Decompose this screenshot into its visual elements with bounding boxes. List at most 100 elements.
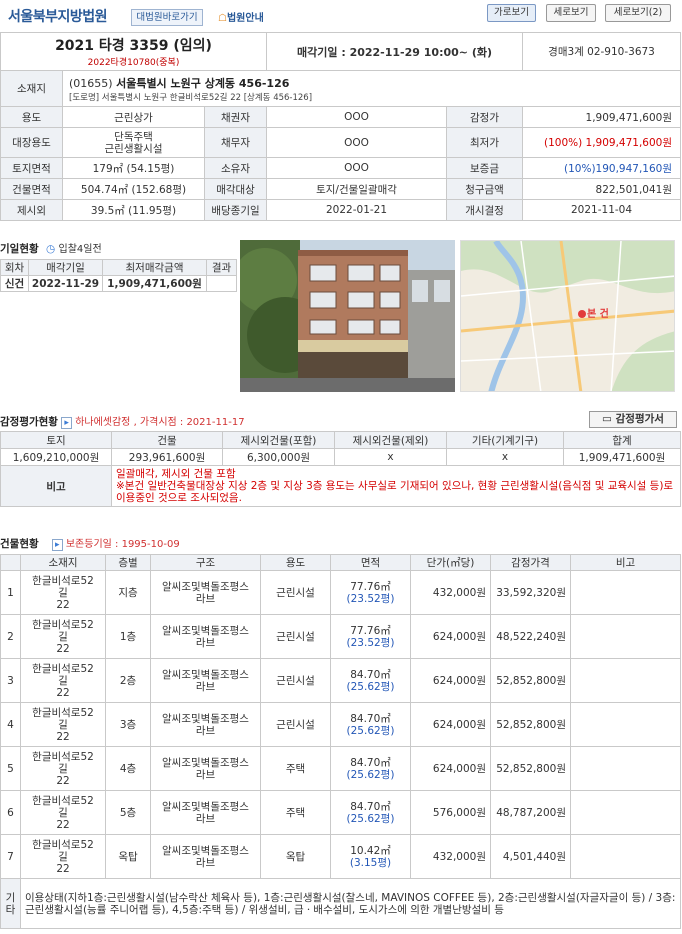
sale-date: 매각기일 : 2022-11-29 10:00~ (화) xyxy=(266,32,524,71)
start-decision-label: 개시결정 xyxy=(446,199,524,221)
creditor-value: OOO xyxy=(266,106,448,128)
row-floor: 1층 xyxy=(105,614,151,659)
property-photo[interactable] xyxy=(240,240,455,392)
buildings-col-location: 소재지 xyxy=(20,554,106,571)
row-use: 주택 xyxy=(260,746,331,791)
row-value: 4,501,440원 xyxy=(490,834,571,879)
appraisal-report-button[interactable]: ▭ 감정평가서 xyxy=(589,411,677,428)
row-area: 84.70㎡ (25.62평) xyxy=(330,702,411,747)
row-area-pyeong: (25.62평) xyxy=(346,724,395,737)
dividend-deadline-label: 배당종기일 xyxy=(203,199,268,221)
appraisal-land-value: 1,609,210,000원 xyxy=(0,448,112,466)
buildings-col-remarks: 비고 xyxy=(570,554,681,571)
address-road: [도로명] 서울특별시 노원구 한글비석로52길 22 [상계동 456-126… xyxy=(69,92,313,103)
row-location: 한글비석로52 길 22 xyxy=(20,746,106,791)
horizontal-view-button[interactable]: 가로보기 xyxy=(487,4,536,22)
schedule-result xyxy=(206,275,237,292)
buildings-table: 소재지 층별 구조 용도 면적 단가(㎡당) 감정가격 비고 1 한글비석로52… xyxy=(0,554,681,929)
row-remarks xyxy=(570,702,681,747)
main-use-value: 단독주택 근린생활시설 xyxy=(62,127,205,158)
arrow-icon: ▸ xyxy=(61,417,72,429)
row-use: 옥탑 xyxy=(260,834,331,879)
row-floor: 2층 xyxy=(105,658,151,703)
buildings-registration-date: 보존등기일 : 1995-10-09 xyxy=(65,539,180,550)
vertical-view-2-button[interactable]: 세로보기(2) xyxy=(605,4,671,22)
row-area-pyeong: (25.62평) xyxy=(346,768,395,781)
building-area-label: 건물면적 xyxy=(0,178,63,200)
schedule-round: 신건 xyxy=(0,275,29,292)
row-number: 1 xyxy=(0,570,21,615)
debtor-label: 채무자 xyxy=(203,127,268,158)
buildings-col-structure: 구조 xyxy=(150,554,261,571)
row-location: 한글비석로52 길 22 xyxy=(20,834,106,879)
appraisal-table: 토지 건물 제시외건물(포함) 제시외건물(제외) 기타(기계기구) 합계 1,… xyxy=(0,431,681,507)
row-unit-price: 432,000원 xyxy=(410,834,491,879)
building-area-value: 504.74㎡ (152.68평) xyxy=(62,178,205,200)
deposit-value: (10%)190,947,160원 xyxy=(522,157,682,179)
buildings-etc-label: 기타 xyxy=(0,878,21,929)
case-number: 2021 타경 3359 (임의) xyxy=(55,38,212,54)
minimum-price-label: 최저가 xyxy=(446,127,524,158)
claim-amount-value: 822,501,041원 xyxy=(522,178,682,200)
schedule-col-round: 회차 xyxy=(0,259,29,276)
row-value: 33,592,320원 xyxy=(490,570,571,615)
schedule-table: 회차 매각기일 최저매각금액 결과 신건 2022-11-29 1,909,47… xyxy=(0,259,237,292)
schedule-col-date: 매각기일 xyxy=(28,259,103,276)
appraisal-header: 감정평가현황 ▸ 하나에셋감정 , 가격시점 : 2021-11-17 xyxy=(0,413,682,429)
court-info-link[interactable]: ☖법원안내 xyxy=(218,9,264,24)
address-main: 서울특별시 노원구 상계동 456-126 xyxy=(116,76,290,90)
row-unit-price: 624,000원 xyxy=(410,702,491,747)
row-area: 10.42㎡ (3.15평) xyxy=(330,834,411,879)
buildings-col-use: 용도 xyxy=(260,554,331,571)
row-value: 52,852,800원 xyxy=(490,746,571,791)
row-remarks xyxy=(570,790,681,835)
row-area: 77.76㎡ (23.52평) xyxy=(330,614,411,659)
schedule-price: 1,909,471,600원 xyxy=(102,275,207,292)
row-remarks xyxy=(570,614,681,659)
appraisal-note-label: 비고 xyxy=(0,465,112,507)
schedule-col-price: 최저매각금액 xyxy=(102,259,207,276)
location-label: 소재지 xyxy=(0,70,63,107)
row-value: 48,787,200원 xyxy=(490,790,571,835)
row-unit-price: 576,000원 xyxy=(410,790,491,835)
row-location: 한글비석로52 길 22 xyxy=(20,658,106,703)
minimum-price-value: (100%) 1,909,471,600원 xyxy=(522,127,682,158)
court-icon: ☖ xyxy=(218,13,227,24)
row-unit-price: 432,000원 xyxy=(410,570,491,615)
start-decision-value: 2021-11-04 xyxy=(522,199,682,221)
row-unit-price: 624,000원 xyxy=(410,614,491,659)
row-use: 주택 xyxy=(260,790,331,835)
vertical-view-button[interactable]: 세로보기 xyxy=(546,4,596,22)
schedule-header: 기일현황 ◷ 입찰4일전 xyxy=(0,240,102,256)
deposit-label: 보증금 xyxy=(446,157,524,179)
row-structure: 알씨조및벽돌조평스 라브 xyxy=(150,790,261,835)
appraisal-col-incl: 제시외건물(포함) xyxy=(222,431,335,449)
map-marker-label: 본 건 xyxy=(587,307,609,320)
row-area-pyeong: (25.62평) xyxy=(346,680,395,693)
row-value: 52,852,800원 xyxy=(490,658,571,703)
buildings-col-area: 면적 xyxy=(330,554,411,571)
row-area-sqm: 84.70㎡ xyxy=(350,756,391,769)
row-unit-price: 624,000원 xyxy=(410,658,491,703)
dividend-deadline-value: 2022-01-21 xyxy=(266,199,448,221)
claim-amount-label: 청구금액 xyxy=(446,178,524,200)
department-contact: 경매3계 02-910-3673 xyxy=(522,32,682,71)
row-floor: 지층 xyxy=(105,570,151,615)
excluded-label: 제시외 xyxy=(0,199,63,221)
supreme-court-link-button[interactable]: 대법원바로가기 xyxy=(131,9,203,26)
location-cell: (01655) 서울특별시 노원구 상계동 456-126 [도로명] 서울특별… xyxy=(61,70,682,107)
table-row: 4 한글비석로52 길 22 3층 알씨조및벽돌조평스 라브 근린시설 84.7… xyxy=(0,702,681,747)
land-area-label: 토지면적 xyxy=(0,157,63,179)
row-floor: 4층 xyxy=(105,746,151,791)
row-location: 한글비석로52 길 22 xyxy=(20,570,106,615)
row-number: 7 xyxy=(0,834,21,879)
row-number: 4 xyxy=(0,702,21,747)
buildings-title: 건물현황 xyxy=(0,538,39,550)
row-area-pyeong: (23.52평) xyxy=(346,636,395,649)
location-map[interactable]: 본 건 xyxy=(460,240,675,392)
row-floor: 옥탑 xyxy=(105,834,151,879)
buildings-col-floor: 층별 xyxy=(105,554,151,571)
debtor-value: OOO xyxy=(266,127,448,158)
appraisal-col-excl: 제시외건물(제외) xyxy=(334,431,447,449)
row-area-pyeong: (3.15평) xyxy=(349,856,392,869)
